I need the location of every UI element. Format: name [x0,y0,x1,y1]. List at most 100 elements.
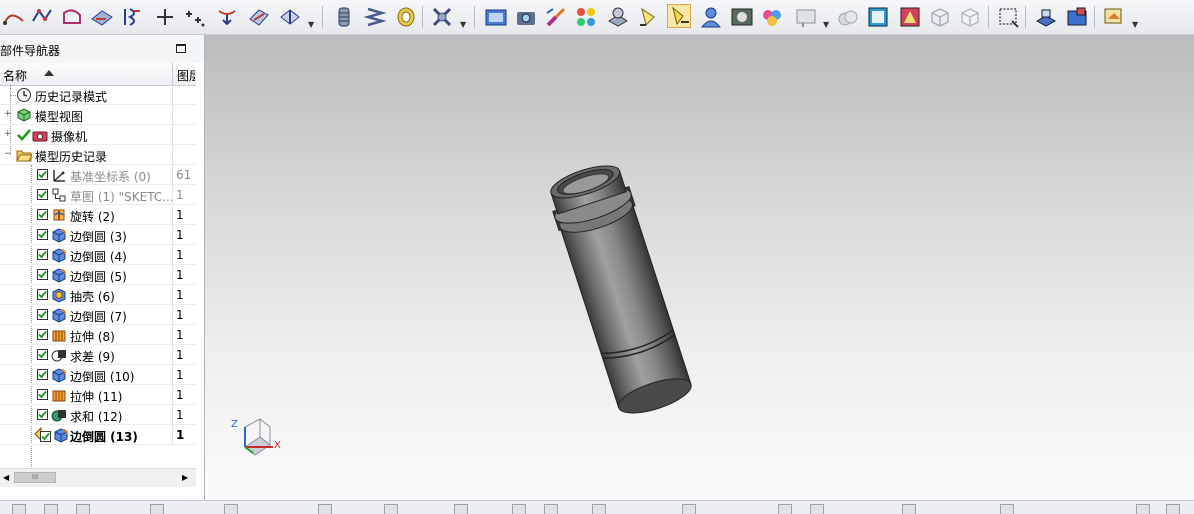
checkbox[interactable] [37,369,48,380]
render-view-icon[interactable] [484,5,508,29]
tree-item-feature[interactable]: 求和 (12) 1 [0,405,196,425]
spline-icon[interactable] [30,5,54,29]
spotlight-icon[interactable] [667,4,691,28]
more-dropdown-icon[interactable]: ▼ [823,20,829,29]
view-named-icon[interactable] [1065,5,1089,29]
tree-item-feature[interactable]: 拉伸 (8) 1 [0,325,196,345]
tree-item-feature[interactable]: 抽壳 (6) 1 [0,285,196,305]
more-dropdown-icon[interactable]: ▼ [1132,20,1138,29]
user-icon[interactable] [699,5,723,29]
graphics-viewport[interactable]: Z X [205,35,1194,500]
material-icon[interactable] [606,5,630,29]
checkbox[interactable] [40,431,51,442]
hidden-cube-icon[interactable] [958,5,982,29]
checkbox[interactable] [37,389,48,400]
column-divider [172,165,173,185]
light-icon[interactable] [636,5,660,29]
checkbox[interactable] [37,249,48,260]
tree-item-label: 边倒圆 (5) [70,270,127,284]
zoom-window-icon[interactable] [996,5,1020,29]
datum-axis-icon[interactable] [278,5,302,29]
paint-brush-icon[interactable] [544,5,568,29]
column-layer-header[interactable]: 图层 [177,67,195,84]
model-canvas[interactable] [205,35,1194,500]
plane-icon[interactable] [90,5,114,29]
checkbox[interactable] [37,349,48,360]
camera-icon[interactable] [514,5,538,29]
datum-plane-icon[interactable] [247,5,271,29]
checkbox[interactable] [37,409,48,420]
more-dropdown-icon[interactable]: ▼ [308,20,314,29]
tree-item-feature[interactable]: 基准坐标系 (0) 61 [0,165,196,185]
face-color-icon[interactable] [898,5,922,29]
checkbox[interactable] [37,309,48,320]
column-divider [172,205,173,225]
palette-icon[interactable] [760,5,784,29]
column-divider [172,365,173,385]
tree-item-label: 模型视图 [35,110,84,124]
scroll-right-icon[interactable]: ▶ [182,473,188,482]
spring-icon[interactable] [363,5,387,29]
checkbox[interactable] [37,269,48,280]
tree-item-model-views[interactable]: + 模型视图 [0,105,196,125]
display-style-icon[interactable] [794,5,818,29]
point-icon[interactable] [153,5,177,29]
edge-blend-icon [51,267,67,283]
tree-item-feature[interactable]: 求差 (9) 1 [0,345,196,365]
scene-icon[interactable] [730,5,754,29]
tree-item-feature[interactable]: 边倒圆 (10) 1 [0,365,196,385]
scroll-left-icon[interactable]: ◀ [3,473,9,482]
checkbox[interactable] [37,169,48,180]
tree-item-label: 摄像机 [51,130,88,144]
offset-curve-icon[interactable] [120,5,144,29]
expand-plus-icon[interactable]: + [4,130,12,139]
fastener-icon[interactable] [430,5,454,29]
column-divider [172,425,173,445]
project-curve-icon[interactable] [215,5,239,29]
tree-item-camera[interactable]: + 摄像机 [0,125,196,145]
tree-item-label: 历史记录模式 [35,90,108,104]
tree-item-feature[interactable]: 草图 (1) "SKETC... 1 [0,185,196,205]
tree-item-feature-current[interactable]: 边倒圆 (13) 1 [0,425,196,445]
arc-icon[interactable] [2,5,26,29]
tree-item-feature[interactable]: 旋转 (2) 1 [0,205,196,225]
scroll-thumb[interactable]: III [14,472,56,483]
tree-item-feature[interactable]: 边倒圆 (4) 1 [0,245,196,265]
point-set-icon[interactable] [183,5,207,29]
sort-ascending-icon[interactable] [44,70,54,76]
coin-icon[interactable] [394,5,418,29]
column-divider [172,325,173,345]
checkbox[interactable] [37,189,48,200]
toolbar-separator [988,6,989,28]
tree-item-model-history[interactable]: − 模型历史记录 [0,145,196,165]
column-name-header[interactable]: 名称 [3,67,27,84]
tree-item-feature[interactable]: 边倒圆 (5) 1 [0,265,196,285]
collapse-minus-icon[interactable]: − [4,150,12,159]
tree-item-feature[interactable]: 边倒圆 (3) 1 [0,225,196,245]
cube-shade-icon[interactable] [866,5,890,29]
navigator-title-bar: 部件导航器 [0,35,204,63]
wireframe-cube-icon[interactable] [928,5,952,29]
cylinder-model[interactable] [544,158,697,420]
tree-item-feature[interactable]: 边倒圆 (7) 1 [0,305,196,325]
horizontal-scrollbar[interactable]: ◀ III ▶ [0,468,196,487]
maximize-icon[interactable] [176,44,186,53]
export-view-icon[interactable] [1102,5,1126,29]
tree-item-history-mode[interactable]: 历史记录模式 [0,85,196,105]
more-dropdown-icon[interactable]: ▼ [460,20,466,29]
column-divider[interactable] [172,63,173,85]
cylinder-tool-icon[interactable] [332,5,356,29]
fog-icon[interactable] [836,5,860,29]
view-orient-icon[interactable] [1034,5,1058,29]
tree-item-label: 边倒圆 (3) [70,230,127,244]
green-check-icon [16,127,32,143]
checkbox[interactable] [37,329,48,340]
sketch-curve-icon[interactable] [60,5,84,29]
color-balls-icon[interactable] [574,5,598,29]
tree-item-feature[interactable]: 拉伸 (11) 1 [0,385,196,405]
checkbox[interactable] [37,209,48,220]
checkbox[interactable] [37,289,48,300]
checkbox[interactable] [37,229,48,240]
expand-plus-icon[interactable]: + [4,110,12,119]
column-divider [172,285,173,305]
